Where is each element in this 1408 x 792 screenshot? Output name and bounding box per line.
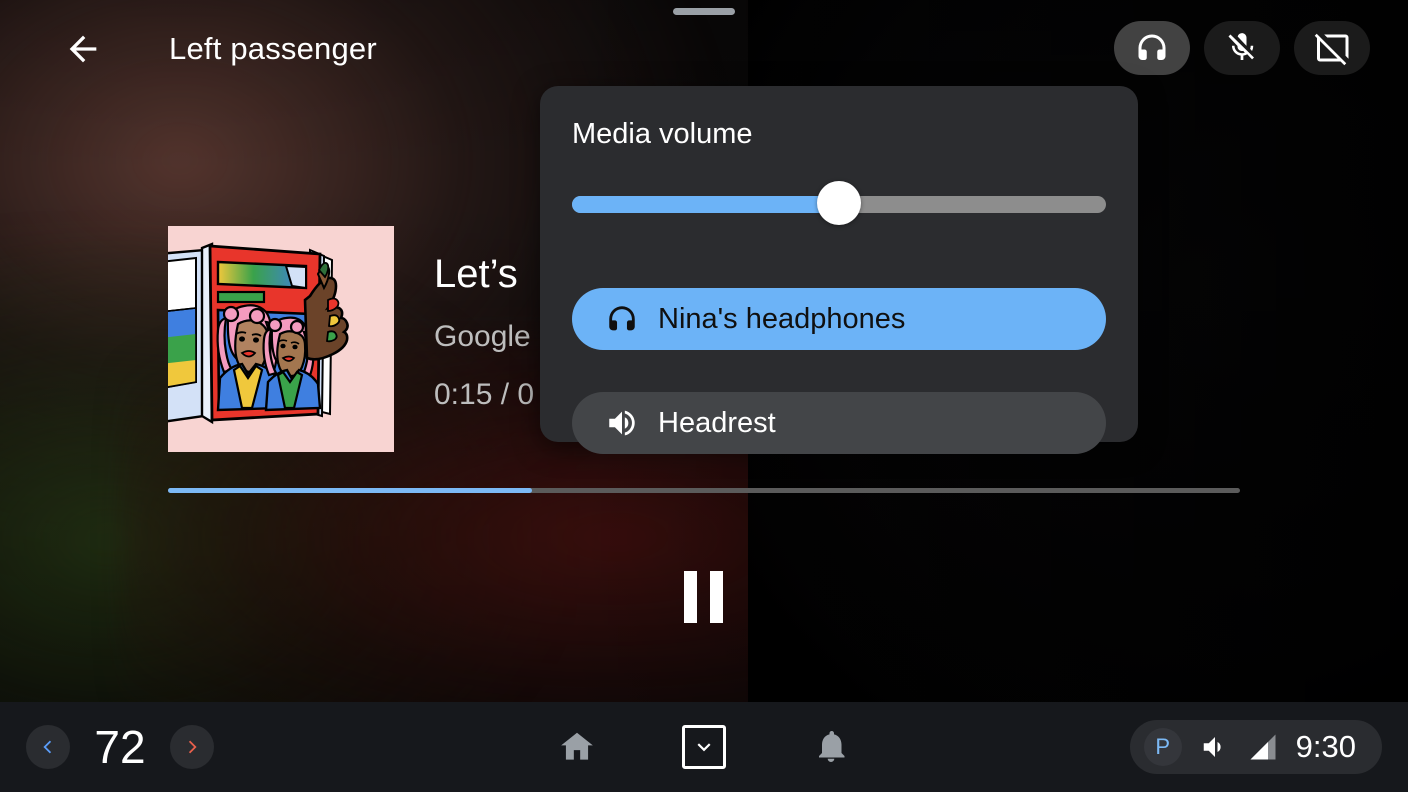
chevron-down-icon [697,743,711,752]
microphone-mute-button[interactable] [1204,21,1280,75]
slider-thumb[interactable] [817,181,861,225]
temperature-value: 72 [94,721,146,773]
bell-icon [819,730,845,762]
chevron-right-icon [188,740,197,754]
gear-indicator: P [1143,728,1182,766]
media-volume-title: Media volume [572,118,753,150]
album-art-illustration [168,226,394,452]
chevron-left-icon [43,740,52,754]
status-pill[interactable]: P 9:30 [1129,720,1382,774]
headphones-toggle-button[interactable] [1114,21,1190,75]
volume-icon [1203,737,1221,757]
screen-off-icon [1314,33,1349,66]
temperature-control: 72 [26,720,214,774]
playback-progress-bar[interactable] [168,488,1240,493]
output-device-label: Nina's headphones [658,303,906,335]
album-art [168,226,394,452]
home-icon [561,732,593,760]
slider-fill [572,196,839,213]
car-media-screen: Left passenger Let’s Google 0:15 / 0 Med… [0,0,1408,792]
signal-icon [1250,734,1276,760]
mic-off-icon [1228,33,1254,60]
pause-icon [683,571,723,623]
playback-progress-fill [168,488,533,493]
media-volume-slider[interactable] [572,181,1106,226]
page-title: Left passenger [169,31,377,66]
speaker-icon [600,406,644,440]
navigation-buttons [552,722,856,772]
screen-off-button[interactable] [1294,21,1370,75]
headphones-icon [1138,34,1166,60]
system-bar: 72 P 9:30 [0,702,1408,792]
pause-button[interactable] [661,555,745,639]
app-drawer-button[interactable] [682,725,726,769]
output-device-headrest[interactable]: Headrest [572,392,1106,454]
headphones-icon [600,302,644,336]
media-volume-popup: Media volume Nina's headphones Headrest [540,86,1138,454]
back-arrow-icon [69,35,97,63]
app-bar: Left passenger [0,0,1408,96]
temperature-decrease-button[interactable] [26,725,70,769]
temperature-increase-button[interactable] [170,725,214,769]
clock: 9:30 [1295,729,1356,764]
back-button[interactable] [58,24,108,74]
output-device-nina-headphones[interactable]: Nina's headphones [572,288,1106,350]
home-button[interactable] [552,722,602,772]
notifications-button[interactable] [806,722,856,772]
output-device-label: Headrest [658,407,776,439]
app-bar-actions [1114,21,1370,75]
